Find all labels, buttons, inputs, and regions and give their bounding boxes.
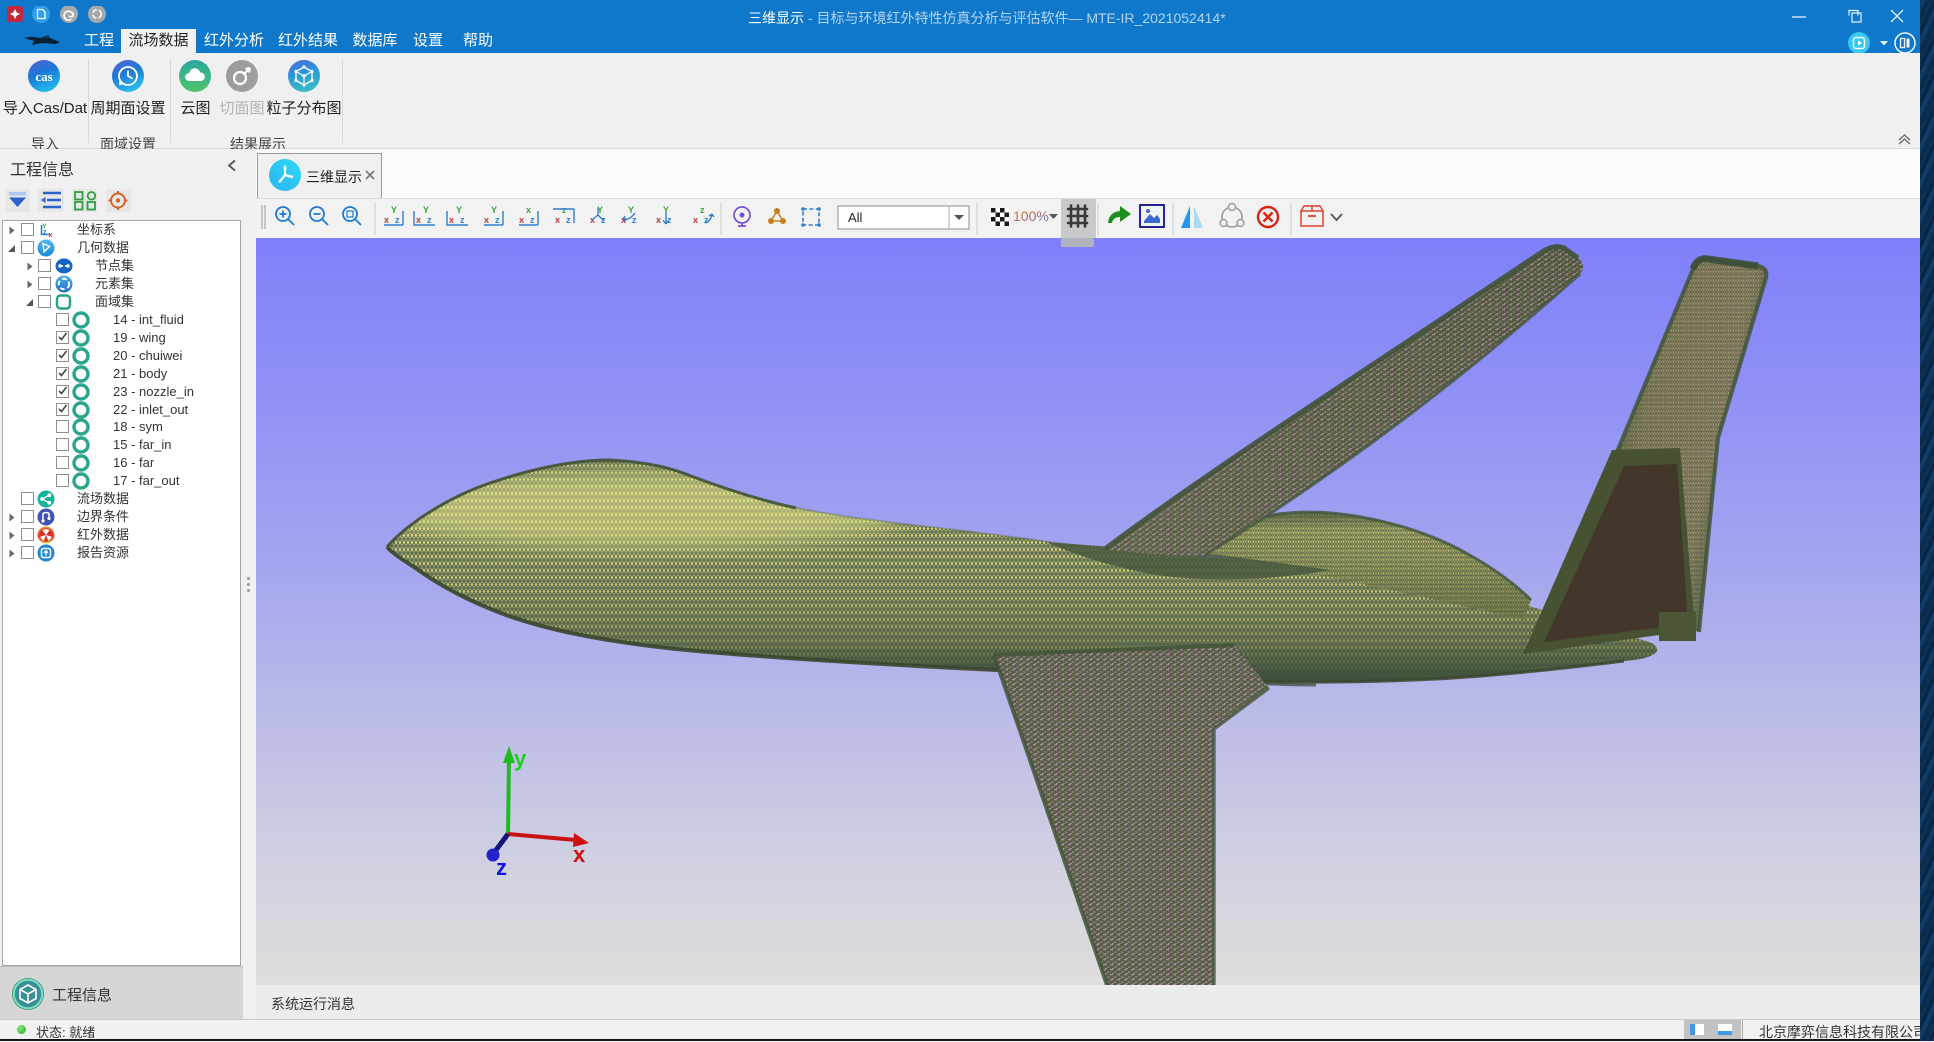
svg-text:z: z (427, 215, 432, 225)
svg-text:z: z (667, 215, 672, 225)
svg-text:x: x (656, 215, 661, 225)
svg-text:x: x (49, 232, 53, 238)
svg-text:x: x (484, 215, 489, 225)
svg-text:x: x (416, 215, 421, 225)
svg-text:x: x (449, 215, 454, 225)
svg-text:100%: 100% (1013, 208, 1049, 224)
svg-text:Y: Y (628, 205, 634, 215)
svg-text:cas: cas (35, 69, 52, 84)
svg-text:z: z (700, 205, 705, 215)
svg-text:z: z (395, 215, 400, 225)
svg-text:z: z (562, 205, 567, 215)
svg-text:x: x (519, 215, 524, 225)
svg-text:x: x (384, 215, 389, 225)
svg-text:z: z (495, 215, 500, 225)
svg-text:Y: Y (391, 205, 397, 215)
svg-text:y: y (514, 746, 527, 771)
svg-text:z: z (566, 215, 571, 225)
svg-text:x: x (693, 215, 698, 225)
svg-text:z: z (704, 215, 709, 225)
svg-text:Y: Y (456, 205, 462, 215)
svg-text:Y: Y (423, 205, 429, 215)
svg-text:z: z (496, 855, 507, 880)
svg-text:Y: Y (491, 205, 497, 215)
svg-text:All: All (848, 210, 863, 225)
svg-text:z: z (460, 215, 465, 225)
svg-text:x: x (573, 842, 586, 867)
svg-text:z: z (530, 215, 535, 225)
svg-text:z: z (43, 229, 47, 236)
svg-text:x: x (526, 205, 531, 215)
svg-text:x: x (555, 215, 560, 225)
